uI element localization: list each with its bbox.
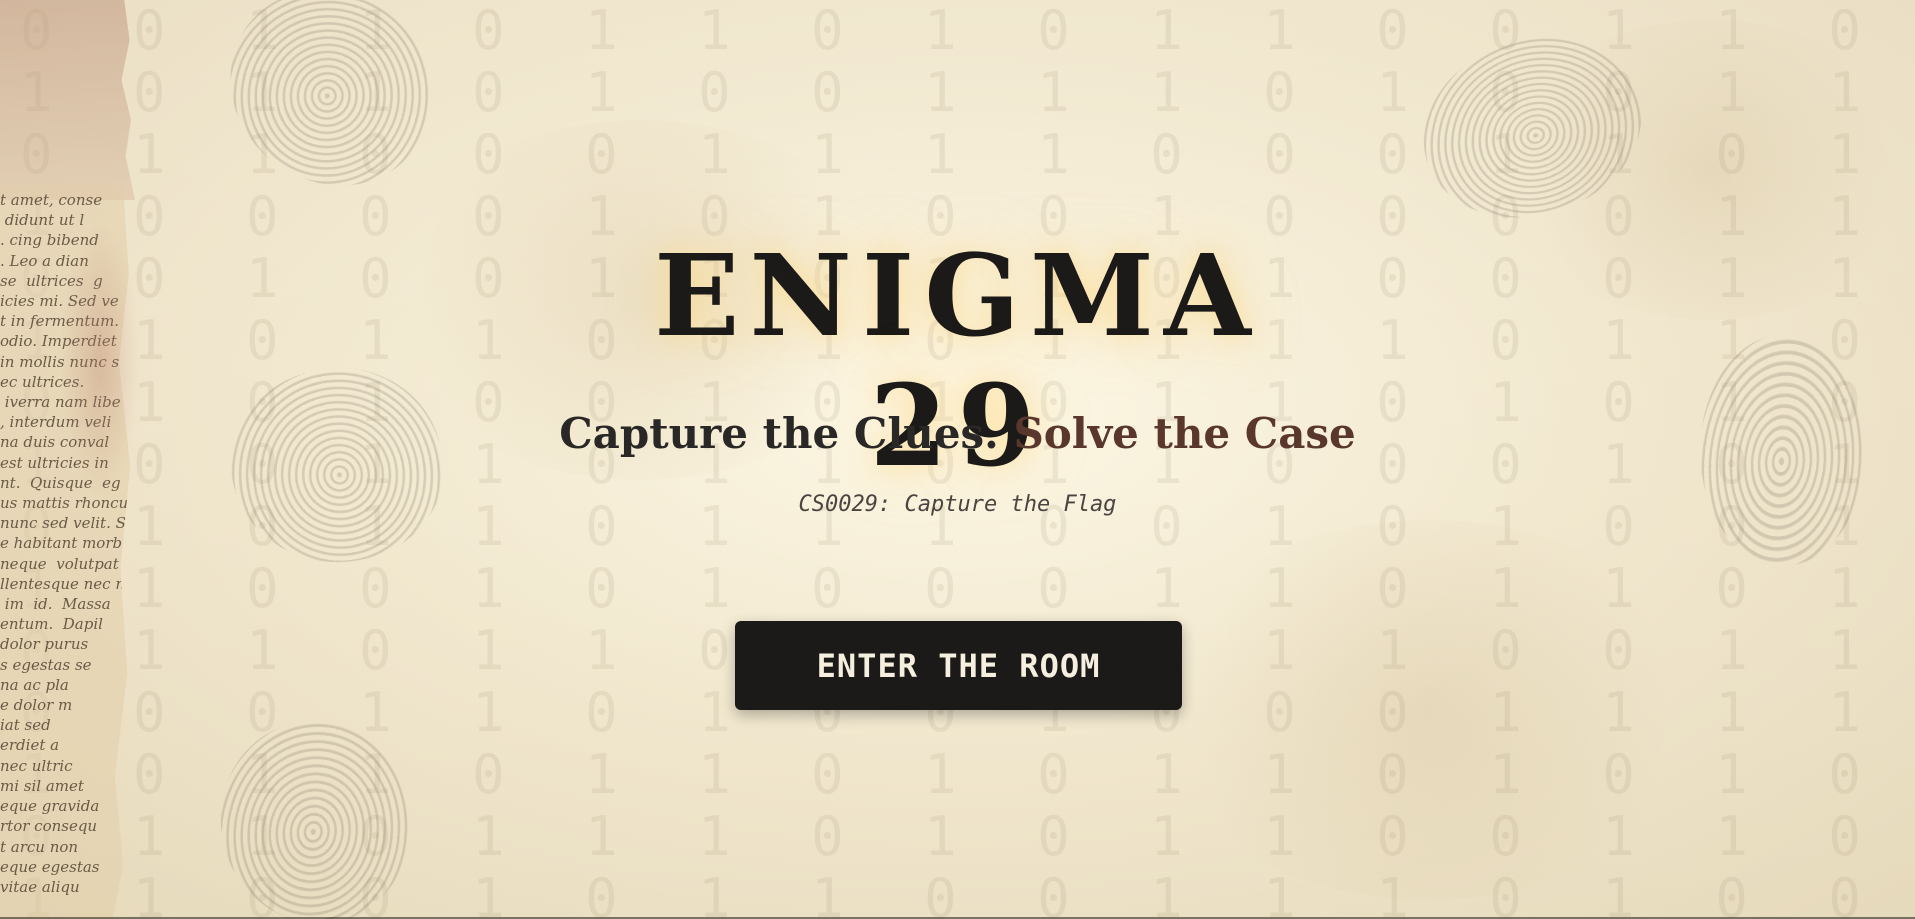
enter-room-button[interactable]: ENTER THE ROOM bbox=[735, 621, 1182, 710]
tagline-accent: Solve the Case bbox=[1013, 409, 1356, 458]
tagline: Capture the Clues. Solve the Case bbox=[0, 405, 1915, 463]
course-subtitle: CS0029: Capture the Flag bbox=[798, 492, 1117, 517]
hero-section: ENIGMA 29 Capture the Clues. Solve the C… bbox=[0, 0, 1915, 919]
tagline-lead: Capture the Clues. bbox=[559, 409, 999, 458]
